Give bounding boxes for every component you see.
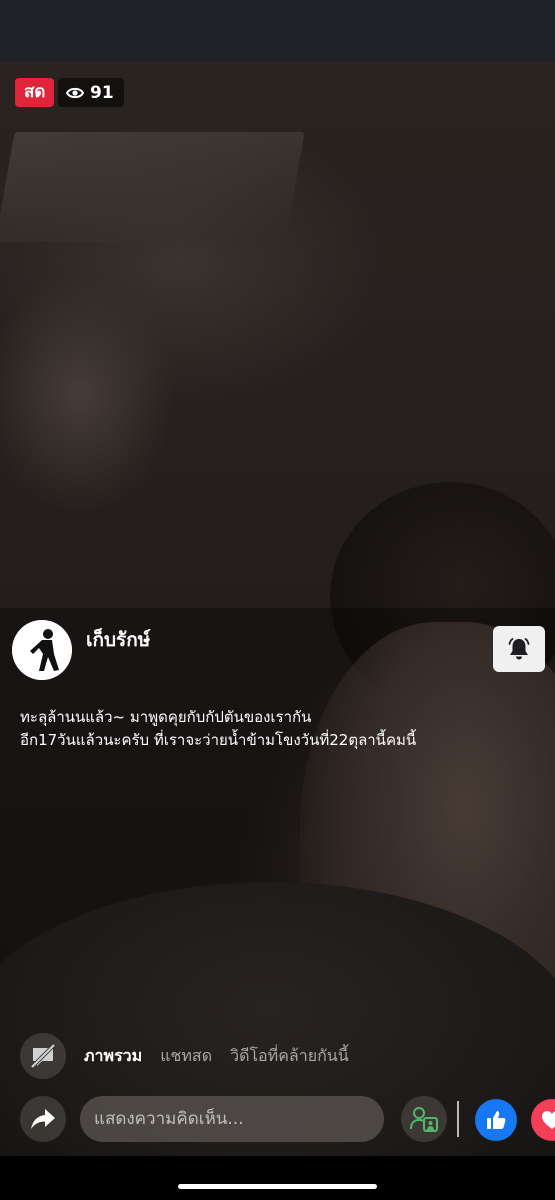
caption-off-icon (30, 1043, 56, 1069)
home-bar (0, 1156, 555, 1200)
notification-bell-button[interactable] (493, 626, 545, 672)
love-reaction-button[interactable] (531, 1099, 555, 1141)
home-indicator[interactable] (178, 1184, 377, 1189)
share-button[interactable] (20, 1096, 66, 1142)
tab-bar: ภาพรวม แชทสด วิดีโอที่คล้ายกันนี้ (20, 1033, 349, 1079)
tab-live-chat[interactable]: แชทสด (160, 1044, 212, 1069)
status-bar (0, 0, 555, 62)
caption-line-2: อีก17วันแล้วนะครับ ที่เราจะว่ายน้ำข้ามโข… (20, 731, 417, 749)
video-caption: ทะลุล้านนแล้ว~ มาพูดคุยกับกัปตันของเรากั… (20, 706, 540, 752)
action-divider (457, 1101, 459, 1137)
share-arrow-icon (31, 1109, 55, 1129)
tab-overview[interactable]: ภาพรวม (84, 1044, 142, 1069)
page-name[interactable]: เก็บรักษ์ (86, 625, 150, 655)
request-to-join-button[interactable] (401, 1096, 447, 1142)
captions-toggle-button[interactable] (20, 1033, 66, 1079)
viewer-count-badge: 91 (58, 78, 124, 107)
comment-bar (20, 1095, 555, 1143)
eye-icon (66, 87, 84, 98)
tab-similar-videos[interactable]: วิดีโอที่คล้ายกันนี้ (230, 1044, 349, 1069)
avatar-logo (12, 620, 72, 680)
page-header: เก็บรักษ์ (12, 620, 545, 680)
bell-icon (508, 638, 530, 660)
caption-line-1: ทะลุล้านนแล้ว~ มาพูดคุยกับกัปตันของเรากั… (20, 708, 312, 726)
page-avatar[interactable] (12, 620, 72, 680)
heart-icon (542, 1111, 555, 1129)
live-badge: สด (15, 78, 55, 107)
thumbs-up-icon (487, 1111, 506, 1129)
comment-input[interactable] (80, 1096, 384, 1142)
ceiling-light (0, 132, 305, 242)
like-reaction-button[interactable] (475, 1099, 517, 1141)
request-to-join-icon (410, 1107, 438, 1132)
viewer-count: 91 (90, 82, 114, 103)
